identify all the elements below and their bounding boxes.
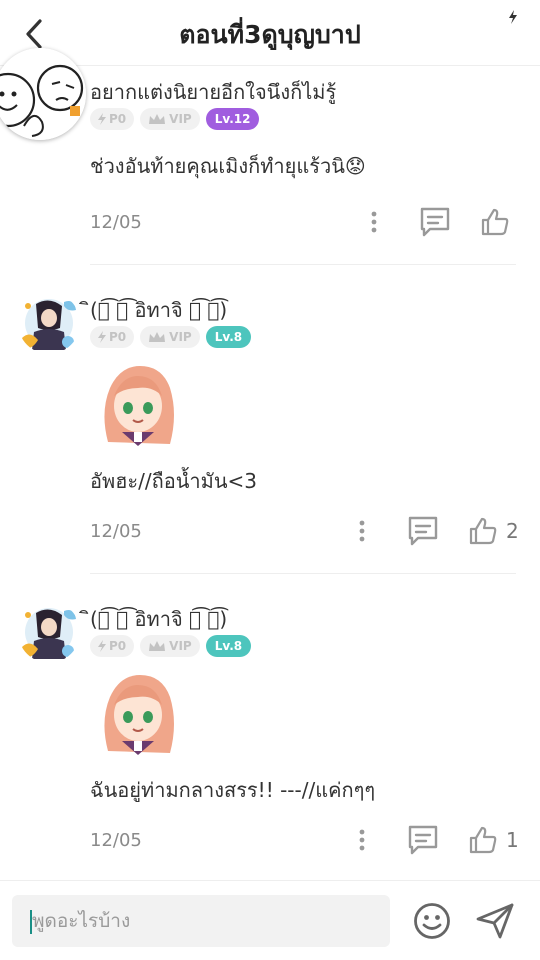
send-button[interactable] [474,901,516,941]
header-bar: ตอนที่3ดูบุญบาป [0,0,540,66]
like-count: 2 [506,519,519,543]
more-options-button[interactable] [352,825,372,855]
like-button[interactable]: 2 [468,514,519,548]
crown-icon [149,641,166,651]
page-title: ตอนที่3ดูบุญบาป [179,20,361,49]
comment-divider [90,573,516,574]
thumbs-up-icon [481,208,509,236]
more-vertical-icon [359,520,365,542]
comment-date: 12/05 [90,521,142,542]
comment-username[interactable]: อยากแต่งนิยายอีกใจนึงก็ไม่รู้ [90,76,336,108]
crown-icon [149,332,166,342]
user-badges: P0 VIP Lv.8 [90,635,252,657]
comment-input-box[interactable] [12,895,390,947]
comment-username[interactable]: ิ(ิ͡ ิ͡ อิทาจิ ิ͡ ิ͡) [90,294,227,326]
comment-text: ช่วงอันท้ายคุณเมิงก็ทำยุแร้วนิ😟 [90,154,366,178]
vip-badge: VIP [140,108,200,130]
p-badge: P0 [90,326,135,348]
reply-button[interactable] [406,514,440,548]
more-vertical-icon [359,829,365,851]
level-badge: Lv.8 [205,635,252,657]
avatar-anime-icon [18,292,80,354]
lightning-icon [509,10,517,24]
avatar[interactable] [18,292,80,354]
avatar[interactable] [0,48,86,140]
p-badge: P0 [90,108,135,130]
vip-badge-label: VIP [169,112,192,126]
crown-icon [149,114,166,124]
comment-divider [90,264,516,265]
more-options-button[interactable] [364,207,384,237]
reply-button[interactable] [406,823,440,857]
lightning-icon [98,331,106,343]
sticker-image [104,675,174,755]
like-button[interactable] [480,205,518,239]
thumbs-up-icon [469,517,497,545]
avatar[interactable] [18,601,80,663]
vip-badge-label: VIP [169,330,192,344]
like-count: 1 [506,828,519,852]
vip-badge: VIP [140,326,200,348]
lightning-icon [98,113,106,125]
more-options-button[interactable] [352,516,372,546]
comment-date: 12/05 [90,212,142,233]
comment-input[interactable] [32,895,382,947]
vip-badge: VIP [140,635,200,657]
comment-text: ฉันอยู่ท่ามกลางสรร!! ---//แค่กๆๆ [90,778,376,802]
emoji-button[interactable] [412,901,452,941]
chapter-comments-screen: ตอนที่3ดูบุญบาป อยากแต่งนิยายอีกใจนึงก็ไ… [0,0,540,960]
p-badge-label: P0 [109,112,127,126]
comment-date: 12/05 [90,830,142,851]
more-vertical-icon [371,211,377,233]
user-badges: P0 VIP Lv.12 [90,108,260,130]
user-badges: P0 VIP Lv.8 [90,326,252,348]
p-badge-label: P0 [109,330,127,344]
avatar-doodle-icon [0,48,86,140]
vip-badge-label: VIP [169,639,192,653]
thumbs-up-icon [469,826,497,854]
comment-composer [0,880,540,960]
comment-username[interactable]: ิ(ิ͡ ิ͡ อิทาจิ ิ͡ ิ͡) [90,603,227,635]
sticker-image [104,366,174,446]
reply-button[interactable] [418,205,452,239]
level-badge: Lv.8 [205,326,252,348]
avatar-anime-icon [18,601,80,663]
p-badge-label: P0 [109,639,127,653]
like-button[interactable]: 1 [468,823,519,857]
lightning-icon [98,640,106,652]
level-badge: Lv.12 [205,108,260,130]
p-badge: P0 [90,635,135,657]
chevron-left-icon [26,19,42,49]
comment-text: อัพฮะ//ถือน้ำมัน<3 [90,469,257,493]
